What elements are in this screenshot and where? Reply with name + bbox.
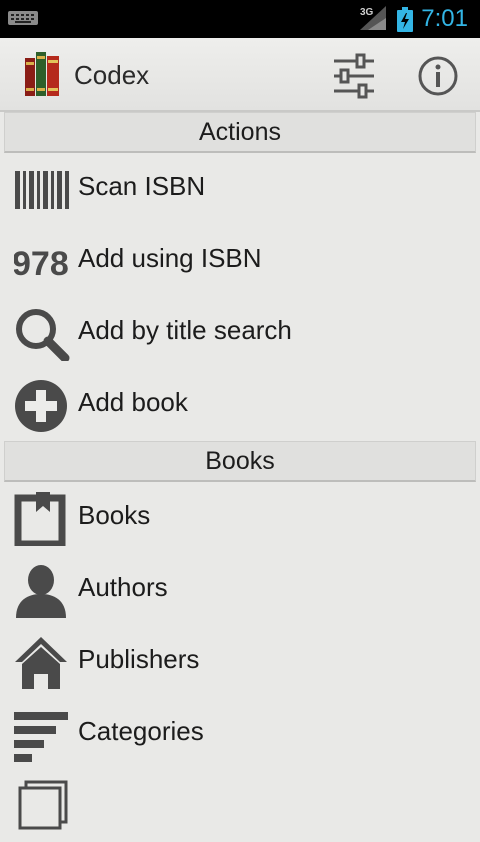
list-item-authors[interactable]: Authors	[0, 554, 480, 626]
list-item-label: Categories	[78, 716, 204, 746]
status-bar: 3G 7:01	[0, 0, 480, 38]
list-item-label: Books	[78, 500, 151, 530]
section-header-actions: Actions	[4, 112, 476, 153]
person-icon	[16, 565, 66, 618]
list-item-label: Add using ISBN	[78, 243, 262, 273]
list-item-label: Add book	[78, 387, 188, 417]
list-item-publishers[interactable]: Publishers	[0, 626, 480, 698]
books-logo-icon	[25, 52, 59, 96]
keyboard-icon	[8, 11, 38, 25]
info-icon[interactable]	[417, 55, 459, 97]
settings-sliders-icon[interactable]	[331, 53, 377, 99]
network-indicator: 3G	[358, 6, 388, 37]
list-item-label: Authors	[78, 572, 168, 602]
list-item-add-by-title-search[interactable]: Add by title search	[0, 297, 480, 369]
list-item-label: Add by title search	[78, 315, 292, 345]
status-time: 7:01	[421, 5, 468, 32]
section-header-books: Books	[4, 441, 476, 482]
svg-text:978: 978	[14, 245, 69, 283]
list-item-add-using-isbn[interactable]: 978 Add using ISBN	[0, 225, 480, 297]
list-icon	[18, 780, 68, 830]
add-circle-icon	[15, 380, 67, 432]
categories-icon	[14, 712, 68, 762]
list-item-add-book[interactable]: Add book	[0, 369, 480, 441]
network-type: 3G	[360, 7, 374, 18]
home-icon	[15, 637, 67, 689]
app-title: Codex	[74, 60, 150, 90]
action-bar: Codex	[0, 38, 480, 112]
search-icon	[16, 309, 70, 361]
barcode-icon	[15, 171, 69, 209]
list-item-label: Publishers	[78, 644, 200, 674]
list-item-partial[interactable]	[0, 770, 480, 842]
book-icon	[14, 492, 66, 546]
battery-charging-icon	[397, 7, 413, 32]
main-content: Actions Scan ISBN 978 Add using ISBN Add…	[0, 112, 480, 842]
list-item-categories[interactable]: Categories	[0, 698, 480, 770]
list-item-books[interactable]: Books	[0, 482, 480, 554]
isbn-978-icon: 978	[14, 245, 69, 283]
list-item-label: Scan ISBN	[78, 171, 206, 201]
list-item-scan-isbn[interactable]: Scan ISBN	[0, 153, 480, 225]
